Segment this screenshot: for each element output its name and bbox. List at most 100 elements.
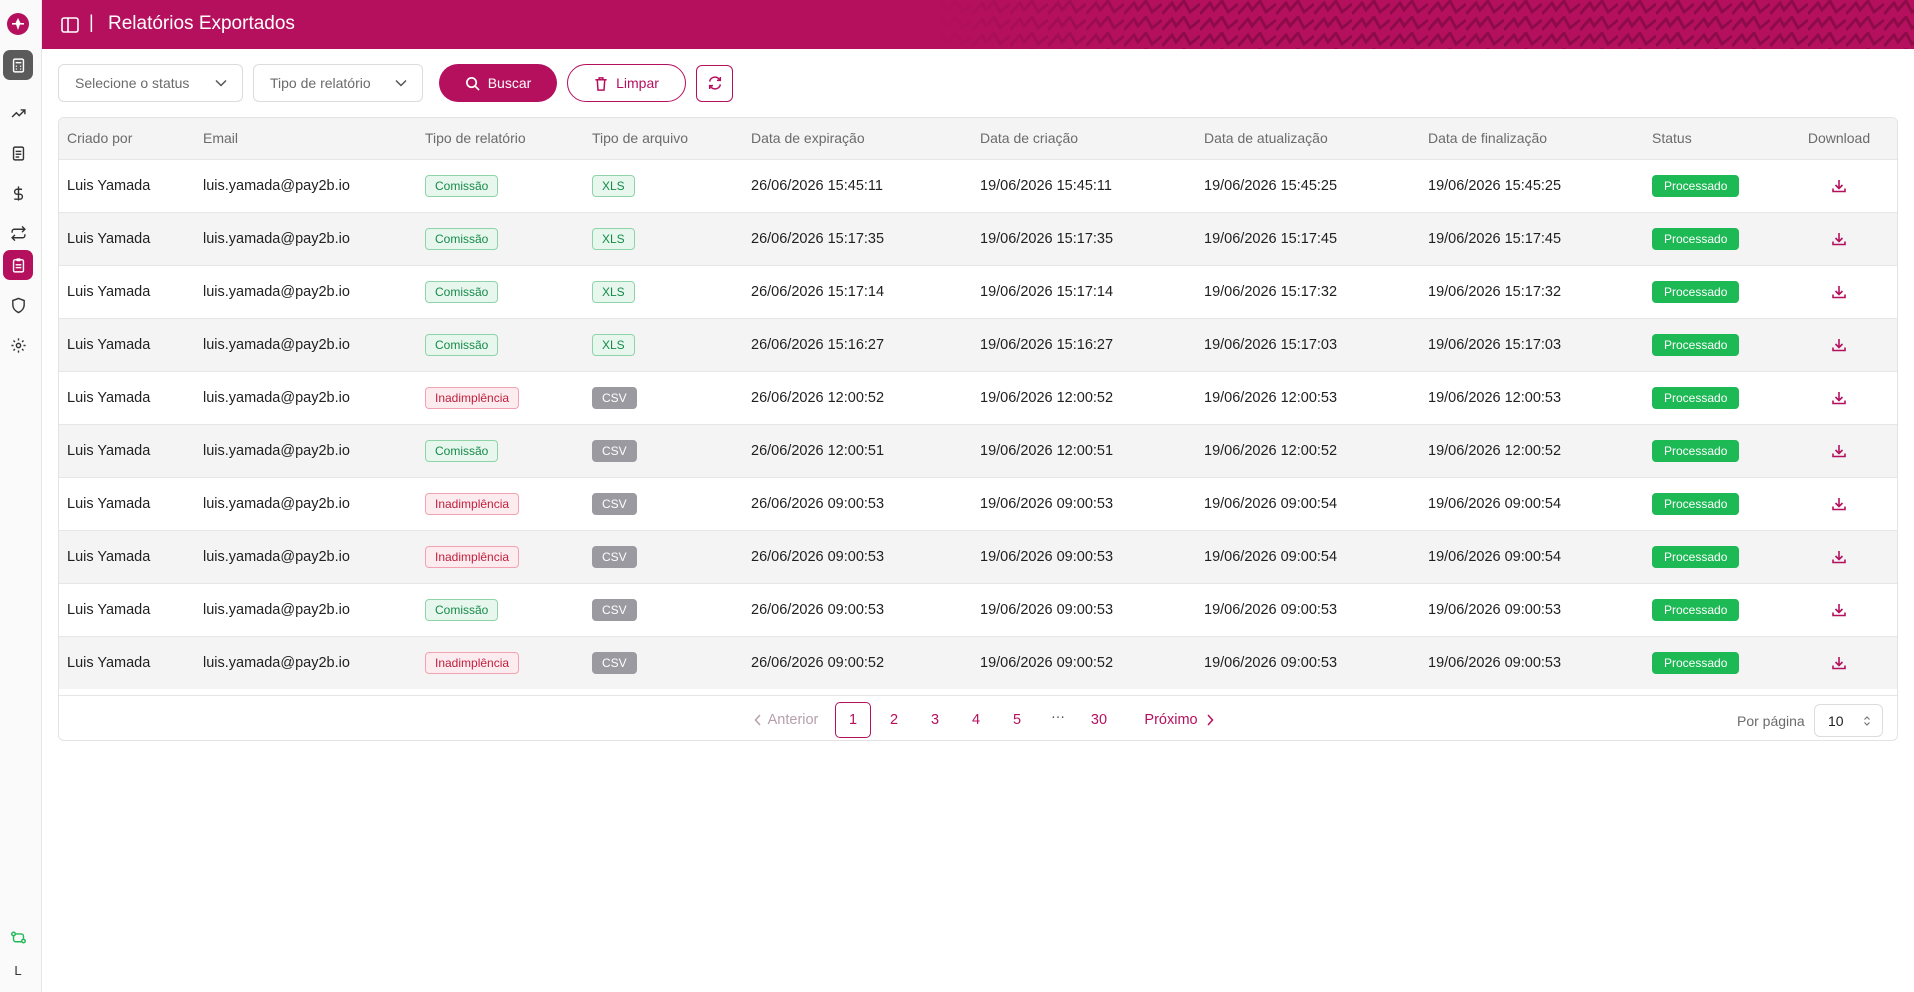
cell-file-type: XLS (584, 212, 743, 265)
cell-updated-date: 19/06/2026 15:17:45 (1204, 230, 1338, 247)
cell-report-type: Comissão (417, 265, 584, 318)
sidebar-item-integrations[interactable] (3, 922, 33, 952)
logo-icon[interactable] (7, 13, 29, 35)
column-header[interactable]: Status (1644, 118, 1779, 159)
pagination-page-3[interactable]: 3 (917, 702, 953, 738)
cell-report-type: Inadimplência (417, 530, 584, 583)
download-button[interactable] (1831, 601, 1847, 617)
download-icon (1832, 497, 1846, 510)
pagination-ellipsis: … (1050, 706, 1066, 722)
pagination-page-4[interactable]: 4 (958, 702, 994, 738)
pagination-page-2[interactable]: 2 (876, 702, 912, 738)
download-button[interactable] (1831, 230, 1847, 246)
pagination-previous-button[interactable]: Anterior (741, 702, 831, 738)
column-header[interactable]: Criado por (59, 118, 195, 159)
cell-created-date: 19/06/2026 09:00:53 (980, 548, 1114, 565)
per-page-label: Por página (1737, 713, 1805, 729)
refresh-button[interactable] (696, 64, 733, 102)
download-icon (1832, 338, 1846, 351)
cell-expiration-date: 26/06/2026 15:17:35 (751, 230, 885, 247)
pagination-page-1[interactable]: 1 (835, 702, 871, 738)
status-select[interactable]: Selecione o status (58, 64, 243, 102)
sidebar-item-calculator[interactable] (3, 50, 33, 80)
column-header[interactable]: Data de criação (972, 118, 1196, 159)
cell-download (1779, 265, 1897, 318)
user-avatar[interactable]: L (3, 955, 33, 985)
download-button[interactable] (1831, 389, 1847, 405)
download-button[interactable] (1831, 336, 1847, 352)
table-row: Luis Yamada luis.yamada@pay2b.io Comissão X… (59, 318, 1897, 371)
cell-report-type: Inadimplência (417, 371, 584, 424)
search-button[interactable]: Buscar (439, 64, 557, 102)
cell-updated-date: 19/06/2026 15:17:03 (1204, 336, 1338, 353)
table-header-row: Criado por Email Tipo de relatório Tipo … (59, 118, 1897, 159)
cell-download (1779, 583, 1897, 636)
download-button[interactable] (1831, 177, 1847, 193)
column-header[interactable]: Tipo de arquivo (584, 118, 743, 159)
sidebar-item-settings[interactable] (3, 330, 33, 360)
cell-finished-date: 19/06/2026 15:17:32 (1428, 283, 1562, 300)
column-header[interactable]: Data de atualização (1196, 118, 1420, 159)
cell-created-by: Luis Yamada (67, 283, 151, 300)
column-header[interactable]: Data de expiração (743, 118, 972, 159)
file-type-badge: CSV (592, 651, 637, 674)
pagination-page-5[interactable]: 5 (999, 702, 1035, 738)
chevron-down-icon (395, 79, 407, 87)
sidebar-item-transfers[interactable] (3, 218, 33, 248)
cell-created-by: Luis Yamada (67, 495, 151, 512)
cell-finished-date: 19/06/2026 15:17:03 (1428, 336, 1562, 353)
gear-icon (10, 337, 26, 353)
download-button[interactable] (1831, 655, 1847, 671)
calculator-icon (12, 57, 24, 73)
file-type-badge: XLS (592, 174, 635, 197)
cell-email: luis.yamada@pay2b.io (203, 601, 350, 618)
pagination-next-button[interactable]: Próximo (1139, 702, 1219, 738)
status-select-placeholder: Selecione o status (75, 75, 190, 91)
table-row: Luis Yamada luis.yamada@pay2b.io Comissão X… (59, 212, 1897, 265)
cell-expiration-date: 26/06/2026 09:00:53 (751, 601, 885, 618)
cell-created-date: 19/06/2026 12:00:51 (980, 442, 1114, 459)
file-type-badge: CSV (592, 598, 637, 621)
sidebar-item-security[interactable] (3, 290, 33, 320)
download-button[interactable] (1831, 442, 1847, 458)
sidebar-item-reports[interactable] (3, 250, 33, 280)
column-header[interactable]: Download (1779, 118, 1897, 159)
clear-button[interactable]: Limpar (567, 64, 686, 102)
column-header[interactable]: Tipo de relatório (417, 118, 584, 159)
column-header[interactable]: Email (195, 118, 417, 159)
cell-status: Processado (1644, 265, 1779, 318)
report-type-badge: Comissão (425, 280, 499, 303)
cell-download (1779, 159, 1897, 212)
cell-file-type: CSV (584, 424, 743, 477)
cell-report-type: Comissão (417, 424, 584, 477)
sidebar-toggle-button[interactable] (60, 15, 80, 35)
top-header: | Relatórios Exportados (42, 0, 1914, 49)
pagination-page-30[interactable]: 30 (1081, 702, 1117, 738)
report-type-badge: Comissão (425, 174, 499, 197)
file-type-badge: CSV (592, 386, 637, 409)
cell-created-by: Luis Yamada (67, 601, 151, 618)
cell-updated-date: 19/06/2026 12:00:52 (1204, 442, 1338, 459)
cell-created-date: 19/06/2026 09:00:53 (980, 495, 1114, 512)
file-type-badge: XLS (592, 227, 635, 250)
download-button[interactable] (1831, 548, 1847, 564)
download-icon (1832, 444, 1846, 457)
sidebar-item-trend[interactable] (3, 98, 33, 128)
download-button[interactable] (1831, 283, 1847, 299)
per-page-select[interactable]: 10 (1814, 704, 1883, 737)
report-type-select[interactable]: Tipo de relatório (253, 64, 423, 102)
cell-email: luis.yamada@pay2b.io (203, 283, 350, 300)
cell-created-date: 19/06/2026 09:00:52 (980, 654, 1114, 671)
cell-updated-date: 19/06/2026 09:00:53 (1204, 654, 1338, 671)
cell-report-type: Comissão (417, 159, 584, 212)
cell-updated-date: 19/06/2026 15:45:25 (1204, 177, 1338, 194)
download-button[interactable] (1831, 495, 1847, 511)
status-badge: Processado (1652, 280, 1740, 303)
sidebar-item-finance[interactable] (3, 178, 33, 208)
cell-created-by: Luis Yamada (67, 548, 151, 565)
report-type-badge: Inadimplência (425, 651, 520, 674)
file-type-badge: CSV (592, 492, 637, 515)
column-header[interactable]: Data de finalização (1420, 118, 1644, 159)
sidebar-item-document[interactable] (3, 138, 33, 168)
cell-email: luis.yamada@pay2b.io (203, 654, 350, 671)
